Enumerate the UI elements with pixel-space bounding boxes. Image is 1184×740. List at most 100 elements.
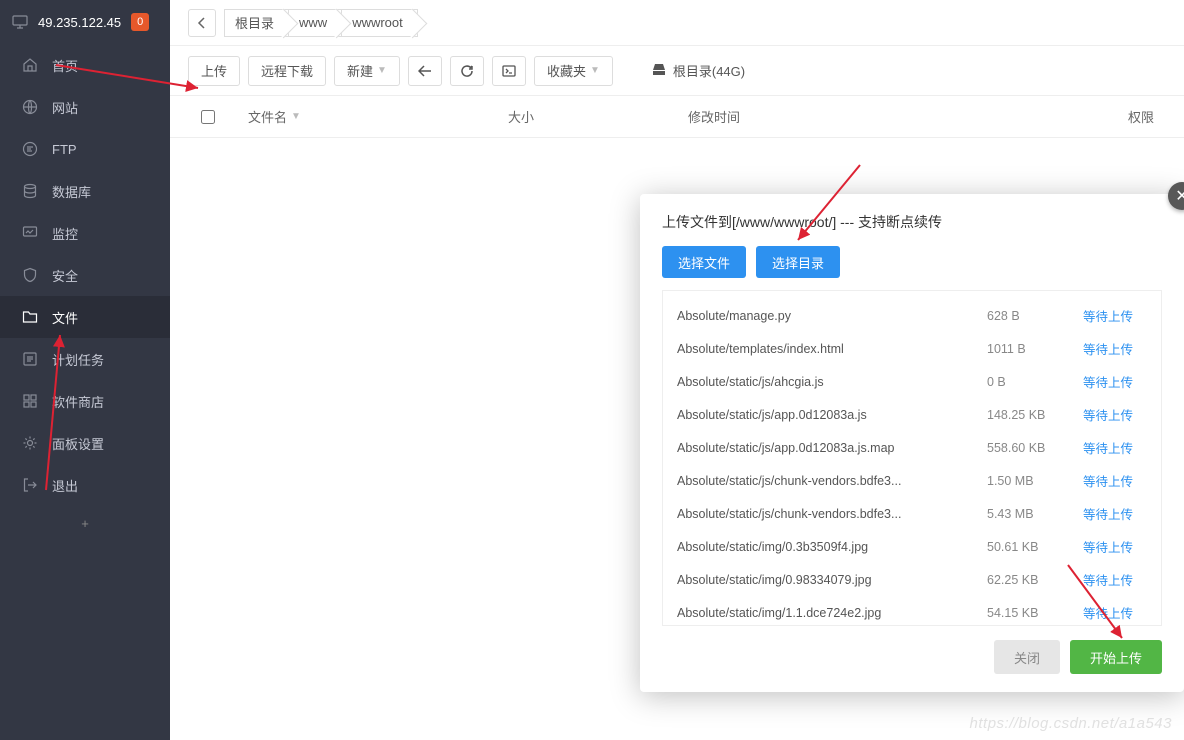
upload-file-row: Absolute/static/js/ahcgia.js0 B等待上传 <box>663 365 1161 398</box>
file-status: 等待上传 <box>1083 306 1147 325</box>
upload-file-row: Absolute/static/img/0.98334079.jpg62.25 … <box>663 563 1161 596</box>
select-file-button[interactable]: 选择文件 <box>662 246 746 278</box>
col-filename[interactable]: 文件名 ▼ <box>228 107 508 126</box>
gear-icon <box>22 435 38 451</box>
sidebar-item-label: 数据库 <box>52 182 91 201</box>
file-name: Absolute/static/js/app.0d12083a.js <box>677 408 987 422</box>
select-all-checkbox[interactable] <box>201 110 215 124</box>
file-name: Absolute/templates/index.html <box>677 342 987 356</box>
sidebar-item-db[interactable]: 数据库 <box>0 170 170 212</box>
upload-file-row: Absolute/static/js/app.0d12083a.js.map55… <box>663 431 1161 464</box>
file-status: 等待上传 <box>1083 372 1147 391</box>
breadcrumb-back[interactable] <box>188 9 216 37</box>
file-status: 等待上传 <box>1083 537 1147 556</box>
file-name: Absolute/manage.py <box>677 309 987 323</box>
file-name: Absolute/static/js/chunk-vendors.bdfe3..… <box>677 507 987 521</box>
upload-file-row: Absolute/static/js/chunk-vendors.bdfe3..… <box>663 497 1161 530</box>
upload-file-row: Absolute/static/img/1.1.dce724e2.jpg54.1… <box>663 596 1161 626</box>
file-size: 558.60 KB <box>987 441 1083 455</box>
exit-icon <box>22 477 38 493</box>
col-time[interactable]: 修改时间 <box>688 107 908 126</box>
file-size: 50.61 KB <box>987 540 1083 554</box>
file-size: 5.43 MB <box>987 507 1083 521</box>
upload-button[interactable]: 上传 <box>188 56 240 86</box>
sort-icon: ▼ <box>291 111 301 122</box>
sidebar-item-task[interactable]: 计划任务 <box>0 338 170 380</box>
toolbar: 上传 远程下载 新建 ▼ 收藏夹 ▼ 根目录(44G) <box>170 46 1184 96</box>
sidebar-item-folder[interactable]: 文件 <box>0 296 170 338</box>
chevron-down-icon: ▼ <box>377 65 387 76</box>
disk-info: 根目录(44G) <box>651 61 745 80</box>
folder-icon <box>22 309 38 325</box>
file-size: 148.25 KB <box>987 408 1083 422</box>
shield-icon <box>22 267 38 283</box>
notification-badge[interactable]: 0 <box>131 13 149 31</box>
disk-icon <box>651 62 667 79</box>
sidebar-item-monitor[interactable]: 监控 <box>0 212 170 254</box>
breadcrumb-segment[interactable]: wwwroot <box>341 9 418 37</box>
file-name: Absolute/static/js/chunk-vendors.bdfe3..… <box>677 474 987 488</box>
sidebar-item-ftp[interactable]: FTP <box>0 128 170 170</box>
terminal-icon-button[interactable] <box>492 56 526 86</box>
file-status: 等待上传 <box>1083 438 1147 457</box>
monitor-icon <box>22 225 38 241</box>
file-name: Absolute/static/img/0.3b3509f4.jpg <box>677 540 987 554</box>
file-status: 等待上传 <box>1083 603 1147 622</box>
file-size: 1.50 MB <box>987 474 1083 488</box>
sidebar-item-home[interactable]: 首页 <box>0 44 170 86</box>
file-name: Absolute/static/js/ahcgia.js <box>677 375 987 389</box>
sidebar-item-label: 网站 <box>52 98 78 117</box>
sidebar-item-exit[interactable]: 退出 <box>0 464 170 506</box>
file-name: Absolute/static/img/0.98334079.jpg <box>677 573 987 587</box>
globe-icon <box>22 99 38 115</box>
server-ip: 49.235.122.45 <box>38 15 121 30</box>
favorites-button[interactable]: 收藏夹 ▼ <box>534 56 613 86</box>
file-status: 等待上传 <box>1083 339 1147 358</box>
file-size: 0 B <box>987 375 1083 389</box>
sidebar-item-shield[interactable]: 安全 <box>0 254 170 296</box>
ftp-icon <box>22 141 38 157</box>
file-name: Absolute/static/img/1.1.dce724e2.jpg <box>677 606 987 620</box>
db-icon <box>22 183 38 199</box>
refresh-icon-button[interactable] <box>450 56 484 86</box>
sidebar-item-label: 面板设置 <box>52 434 104 453</box>
task-icon <box>22 351 38 367</box>
home-icon <box>22 57 38 73</box>
upload-file-row: Absolute/static/js/app.0d12083a.js148.25… <box>663 398 1161 431</box>
breadcrumb-segment[interactable]: 根目录 <box>224 9 289 37</box>
sidebar-item-globe[interactable]: 网站 <box>0 86 170 128</box>
file-status: 等待上传 <box>1083 570 1147 589</box>
upload-file-list: Absolute/manage.py628 B等待上传Absolute/temp… <box>662 290 1162 626</box>
file-size: 62.25 KB <box>987 573 1083 587</box>
sidebar-item-label: 安全 <box>52 266 78 285</box>
upload-file-row: Absolute/static/img/0.3b3509f4.jpg50.61 … <box>663 530 1161 563</box>
new-button[interactable]: 新建 ▼ <box>334 56 400 86</box>
file-size: 54.15 KB <box>987 606 1083 620</box>
breadcrumb: 根目录wwwwwwroot <box>170 0 1184 46</box>
table-header: 文件名 ▼ 大小 修改时间 权限 <box>170 96 1184 138</box>
monitor-icon <box>12 14 28 30</box>
col-perm[interactable]: 权限 <box>908 107 1166 126</box>
start-upload-button[interactable]: 开始上传 <box>1070 640 1162 674</box>
select-dir-button[interactable]: 选择目录 <box>756 246 840 278</box>
sidebar-header: 49.235.122.45 0 <box>0 0 170 44</box>
close-button[interactable]: 关闭 <box>994 640 1060 674</box>
sidebar-item-label: 监控 <box>52 224 78 243</box>
upload-file-row: Absolute/static/js/chunk-vendors.bdfe3..… <box>663 464 1161 497</box>
sidebar-item-label: 首页 <box>52 56 78 75</box>
upload-file-row: Absolute/manage.py628 B等待上传 <box>663 299 1161 332</box>
col-size[interactable]: 大小 <box>508 107 688 126</box>
modal-title: 上传文件到[/www/wwwroot/] --- 支持断点续传 <box>640 194 1184 246</box>
chevron-down-icon: ▼ <box>590 65 600 76</box>
upload-file-row: Absolute/templates/index.html1011 B等待上传 <box>663 332 1161 365</box>
file-size: 628 B <box>987 309 1083 323</box>
sidebar-item-store[interactable]: 软件商店 <box>0 380 170 422</box>
sidebar-item-gear[interactable]: 面板设置 <box>0 422 170 464</box>
watermark: https://blog.csdn.net/a1a543 <box>970 715 1172 732</box>
store-icon <box>22 393 38 409</box>
remote-download-button[interactable]: 远程下载 <box>248 56 326 86</box>
back-icon-button[interactable] <box>408 56 442 86</box>
sidebar-add[interactable]: + <box>0 506 170 541</box>
file-status: 等待上传 <box>1083 504 1147 523</box>
sidebar-item-label: 软件商店 <box>52 392 104 411</box>
